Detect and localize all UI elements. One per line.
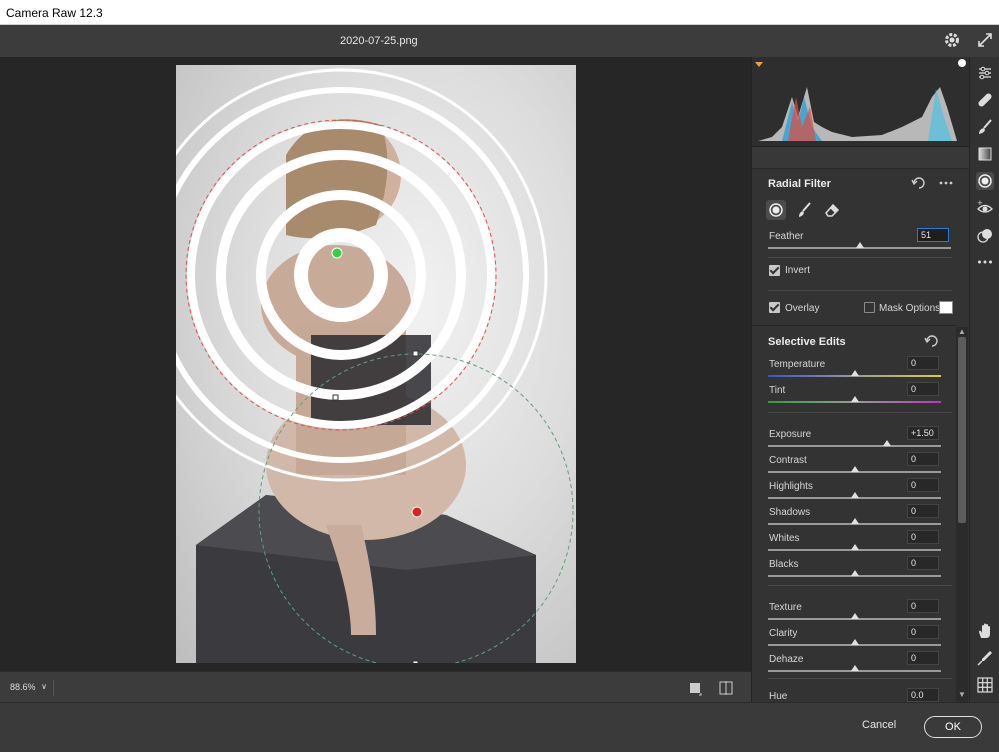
dehaze-label: Dehaze [769, 654, 804, 665]
blacks-slider-thumb[interactable] [850, 570, 859, 576]
svg-text:+: + [977, 199, 983, 207]
tint-label: Tint [769, 385, 786, 396]
eraser-icon[interactable] [822, 200, 842, 220]
overlay-label: Overlay [785, 303, 820, 314]
tint-field[interactable]: 0 [907, 382, 939, 396]
brush-tool-icon[interactable] [976, 118, 994, 136]
texture-label: Texture [769, 602, 802, 613]
divider [768, 257, 952, 258]
highlights-slider-thumb[interactable] [850, 492, 859, 498]
scroll-down-icon[interactable]: ▼ [958, 691, 966, 699]
blacks-label: Blacks [769, 559, 799, 570]
contrast-slider-thumb[interactable] [850, 466, 859, 472]
photo-preview[interactable] [176, 65, 576, 663]
dehaze-field[interactable]: 0 [907, 651, 939, 665]
exposure-label: Exposure [769, 429, 812, 440]
exposure-slider[interactable] [768, 445, 941, 447]
feather-label: Feather [769, 231, 804, 242]
clarity-slider-thumb[interactable] [850, 639, 859, 645]
crop-view-icon[interactable] [688, 680, 704, 696]
hue-label: Hue [769, 691, 788, 702]
scrollbar-thumb[interactable] [958, 337, 966, 523]
radial-filter-icon[interactable] [976, 172, 994, 190]
invert-checkbox[interactable] [769, 265, 780, 276]
more-icon[interactable] [976, 253, 994, 271]
file-name: 2020-07-25.png [340, 35, 418, 47]
dehaze-slider-thumb[interactable] [850, 665, 859, 671]
reset-icon[interactable] [911, 175, 927, 191]
sampler-icon[interactable] [976, 649, 994, 667]
divider [768, 412, 952, 413]
mask-options-checkbox[interactable] [864, 302, 875, 313]
panel-scrollbar[interactable]: ▲ ▼ [956, 327, 968, 702]
window-title: Camera Raw 12.3 [6, 6, 103, 20]
histogram-footer [752, 147, 969, 169]
expand-icon[interactable] [976, 31, 994, 49]
gear-icon[interactable] [943, 31, 961, 49]
mask-color-swatch[interactable] [939, 301, 953, 314]
highlights-label: Highlights [769, 481, 813, 492]
zoom-level: 88.6% [10, 682, 36, 692]
radial-filter-title: Radial Filter [768, 178, 831, 190]
red-eye-icon[interactable]: + [976, 199, 994, 217]
exposure-field[interactable]: +1.50 [907, 426, 939, 440]
invert-label: Invert [785, 265, 811, 276]
temperature-slider-thumb[interactable] [850, 370, 859, 376]
right-panel: Radial Filter Feather 51 Invert Overlay … [751, 57, 969, 702]
tint-slider-thumb[interactable] [850, 396, 859, 402]
whites-field[interactable]: 0 [907, 530, 939, 544]
clarity-field[interactable]: 0 [907, 625, 939, 639]
mask-options-label: Mask Options [879, 303, 941, 314]
grid-icon[interactable] [976, 676, 994, 694]
texture-slider-thumb[interactable] [850, 613, 859, 619]
edit-sliders-icon[interactable] [976, 64, 994, 82]
feather-field[interactable]: 51 [917, 228, 949, 242]
before-after-icon[interactable] [718, 680, 734, 696]
blacks-field[interactable]: 0 [907, 556, 939, 570]
histogram [752, 57, 969, 147]
hue-field[interactable]: 0.0 [907, 688, 939, 702]
presets-icon[interactable] [976, 226, 994, 244]
dialog-footer: Cancel OK [0, 702, 999, 752]
healing-icon[interactable] [976, 91, 994, 109]
divider [768, 678, 952, 679]
temperature-label: Temperature [769, 359, 826, 370]
ok-button[interactable]: OK [924, 716, 982, 738]
section-divider [752, 325, 956, 326]
scroll-up-icon[interactable]: ▲ [958, 328, 966, 336]
radial-mask-icon[interactable] [766, 200, 786, 220]
contrast-label: Contrast [769, 455, 807, 466]
chevron-down-icon: ∨ [41, 682, 47, 691]
image-canvas[interactable] [0, 57, 751, 671]
feather-slider-thumb[interactable] [855, 242, 864, 248]
contrast-field[interactable]: 0 [907, 452, 939, 466]
whites-slider-thumb[interactable] [850, 544, 859, 550]
shadows-label: Shadows [769, 507, 811, 518]
more-options-icon[interactable] [938, 175, 954, 191]
divider [768, 290, 952, 291]
selective-edits-title: Selective Edits [768, 336, 846, 348]
clarity-label: Clarity [769, 628, 798, 639]
tool-strip: + [969, 57, 999, 702]
highlights-field[interactable]: 0 [907, 478, 939, 492]
zoom-bar: 88.6% ∨ [0, 671, 751, 702]
window-title-bar: Camera Raw 12.3 [0, 0, 999, 25]
divider [768, 585, 952, 586]
overlay-checkbox[interactable] [769, 302, 780, 313]
zoom-select[interactable]: 88.6% ∨ [4, 680, 54, 696]
graduated-filter-icon[interactable] [976, 145, 994, 163]
shadows-slider-thumb[interactable] [850, 518, 859, 524]
temperature-field[interactable]: 0 [907, 356, 939, 370]
whites-label: Whites [769, 533, 800, 544]
cancel-button[interactable]: Cancel [862, 719, 896, 731]
exposure-slider-thumb[interactable] [882, 440, 891, 446]
shadows-field[interactable]: 0 [907, 504, 939, 518]
texture-field[interactable]: 0 [907, 599, 939, 613]
hand-icon[interactable] [976, 622, 994, 640]
brush-icon[interactable] [795, 200, 815, 220]
top-header: 2020-07-25.png [0, 25, 999, 57]
reset-edits-icon[interactable] [924, 333, 940, 349]
